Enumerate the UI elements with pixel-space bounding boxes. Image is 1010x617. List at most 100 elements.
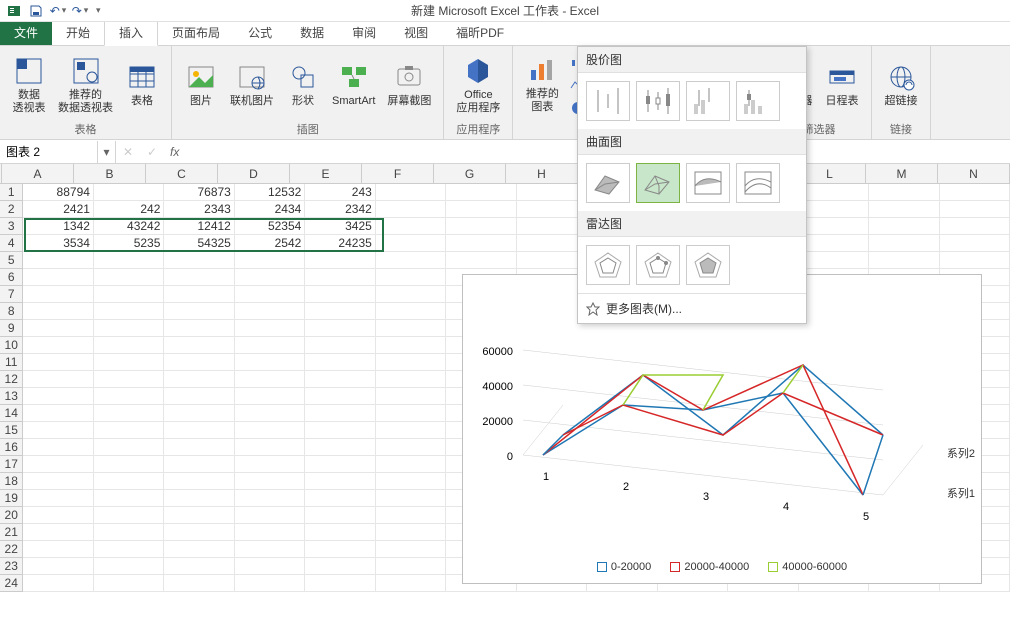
cell[interactable] [305, 303, 375, 320]
column-header[interactable]: N [938, 164, 1010, 184]
cell[interactable] [164, 575, 234, 592]
cell[interactable] [164, 524, 234, 541]
cell[interactable] [305, 507, 375, 524]
cell[interactable] [164, 269, 234, 286]
cell[interactable] [376, 575, 446, 592]
surface-wireframe-contour-button[interactable] [736, 163, 780, 203]
cell[interactable] [164, 490, 234, 507]
cell[interactable] [235, 252, 305, 269]
cell[interactable] [94, 558, 164, 575]
cell[interactable] [376, 201, 446, 218]
cell[interactable] [799, 201, 869, 218]
radar-filled-button[interactable] [686, 245, 730, 285]
name-box-dropdown[interactable]: ▾ [98, 141, 116, 163]
cell[interactable]: 54325 [164, 235, 234, 252]
surface-3d-button[interactable] [586, 163, 630, 203]
cell[interactable] [376, 184, 446, 201]
cell[interactable]: 2434 [235, 201, 305, 218]
cell[interactable] [305, 524, 375, 541]
cell[interactable] [305, 456, 375, 473]
cell[interactable] [23, 405, 93, 422]
cell[interactable] [23, 541, 93, 558]
cell[interactable] [94, 490, 164, 507]
cell[interactable] [164, 303, 234, 320]
cell[interactable] [940, 218, 1010, 235]
row-header[interactable]: 17 [0, 456, 23, 473]
cell[interactable] [305, 473, 375, 490]
row-header[interactable]: 19 [0, 490, 23, 507]
surface-contour-button[interactable] [686, 163, 730, 203]
cancel-formula-button[interactable]: ✕ [116, 141, 140, 163]
more-charts-button[interactable]: 更多图表(M)... [578, 293, 806, 323]
cell[interactable] [869, 201, 939, 218]
cell[interactable] [376, 490, 446, 507]
row-header[interactable]: 12 [0, 371, 23, 388]
screenshot-button[interactable]: 屏幕截图 [383, 52, 435, 118]
cell[interactable] [164, 439, 234, 456]
cell[interactable] [94, 354, 164, 371]
hyperlink-button[interactable]: 超链接 [880, 52, 922, 118]
column-header[interactable]: G [434, 164, 506, 184]
row-header[interactable]: 23 [0, 558, 23, 575]
cell[interactable]: 3534 [23, 235, 93, 252]
cell[interactable] [23, 456, 93, 473]
cell[interactable] [799, 252, 869, 269]
column-header[interactable]: B [74, 164, 146, 184]
tab-page-layout[interactable]: 页面布局 [158, 20, 234, 45]
column-header[interactable]: D [218, 164, 290, 184]
row-header[interactable]: 9 [0, 320, 23, 337]
cell[interactable] [376, 337, 446, 354]
qat-customize-icon[interactable]: ▾ [96, 5, 101, 16]
row-header[interactable]: 18 [0, 473, 23, 490]
cell[interactable] [164, 252, 234, 269]
row-header[interactable]: 2 [0, 201, 23, 218]
cell[interactable] [94, 524, 164, 541]
cell[interactable] [376, 303, 446, 320]
cell[interactable]: 243 [305, 184, 375, 201]
stock-hlc-button[interactable] [586, 81, 630, 121]
cell[interactable]: 2421 [23, 201, 93, 218]
cell[interactable] [376, 507, 446, 524]
cell[interactable]: 2342 [305, 201, 375, 218]
stock-ohlc-button[interactable] [636, 81, 680, 121]
column-header[interactable]: E [290, 164, 362, 184]
cell[interactable] [94, 575, 164, 592]
timeline-button[interactable]: 日程表 [821, 52, 863, 118]
cell[interactable] [376, 252, 446, 269]
row-header[interactable]: 22 [0, 541, 23, 558]
cell[interactable]: 5235 [94, 235, 164, 252]
cell[interactable] [305, 252, 375, 269]
name-box[interactable] [0, 141, 98, 163]
cell[interactable] [305, 354, 375, 371]
pivot-table-button[interactable]: 数据透视表 [8, 52, 50, 118]
cell[interactable] [376, 524, 446, 541]
row-header[interactable]: 24 [0, 575, 23, 592]
cell[interactable] [94, 456, 164, 473]
cell[interactable] [235, 337, 305, 354]
cell[interactable] [376, 235, 446, 252]
column-header[interactable]: H [506, 164, 578, 184]
cell[interactable] [305, 439, 375, 456]
cell[interactable] [94, 252, 164, 269]
cell[interactable] [446, 252, 516, 269]
cell[interactable] [23, 507, 93, 524]
cell[interactable] [23, 439, 93, 456]
cell[interactable] [23, 524, 93, 541]
column-header[interactable]: M [866, 164, 938, 184]
cell[interactable] [235, 456, 305, 473]
row-header[interactable]: 15 [0, 422, 23, 439]
cell[interactable] [94, 269, 164, 286]
cell[interactable] [305, 558, 375, 575]
cell[interactable] [376, 439, 446, 456]
cell[interactable] [376, 286, 446, 303]
cell[interactable] [376, 541, 446, 558]
cell[interactable]: 52354 [235, 218, 305, 235]
cell[interactable] [235, 490, 305, 507]
cell[interactable] [94, 286, 164, 303]
cell[interactable] [305, 541, 375, 558]
cell[interactable] [235, 405, 305, 422]
cell[interactable] [446, 218, 516, 235]
stock-vohlc-button[interactable] [736, 81, 780, 121]
cell[interactable] [376, 388, 446, 405]
cell[interactable] [376, 405, 446, 422]
